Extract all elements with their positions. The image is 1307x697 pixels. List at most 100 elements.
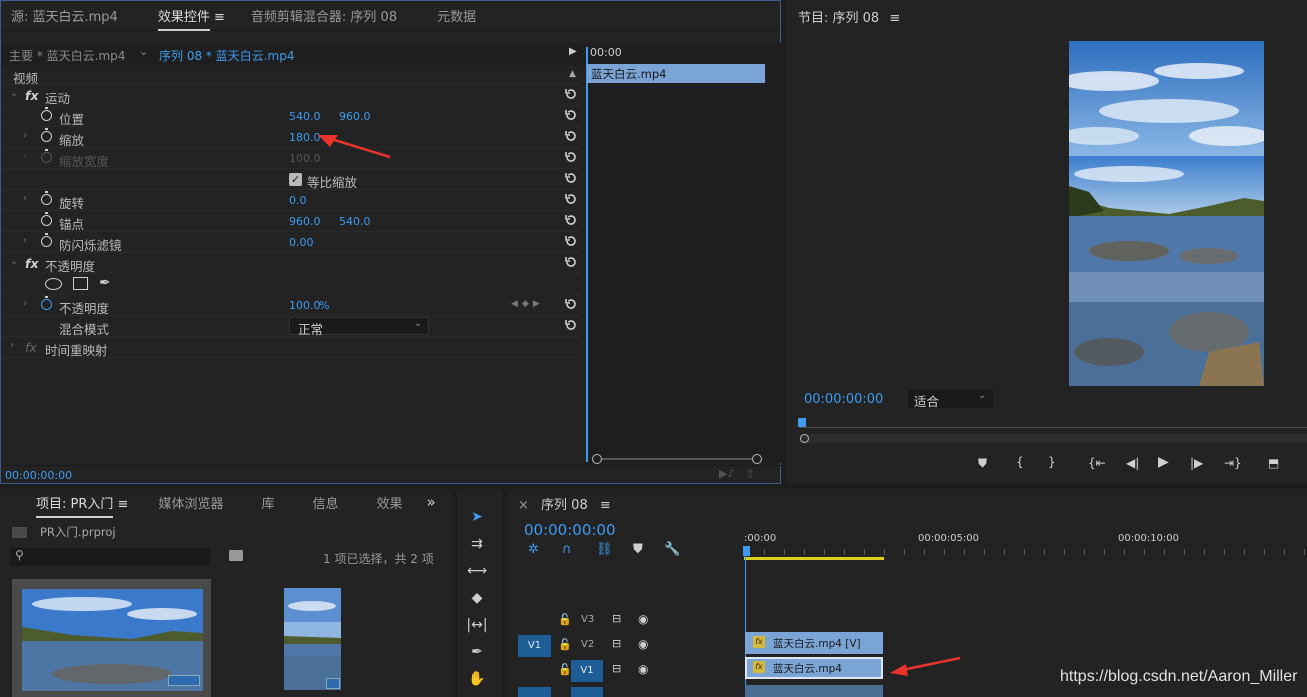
antiflicker-value[interactable]: 0.00 — [289, 236, 314, 249]
razor-tool-icon[interactable]: ◆ — [463, 586, 491, 610]
position-x-value[interactable]: 540.0 — [289, 110, 321, 123]
chevron-right-icon[interactable]: › — [10, 340, 14, 351]
reset-icon[interactable] — [564, 255, 578, 269]
go-to-out-icon[interactable]: ⇥} — [1224, 456, 1242, 470]
time-remap-row[interactable]: › fx 时间重映射 — [1, 337, 581, 358]
stopwatch-icon[interactable] — [41, 233, 52, 247]
close-icon[interactable]: × — [518, 498, 529, 513]
panel-menu-icon[interactable]: ≡ — [600, 498, 611, 513]
blend-mode-select[interactable]: 正常 ⌄ — [289, 317, 429, 337]
rectangle-mask-icon[interactable] — [73, 277, 88, 290]
chevron-right-icon[interactable]: › — [23, 235, 27, 246]
mini-scrollbar[interactable] — [592, 453, 762, 465]
panel-menu-icon[interactable]: ≡ — [214, 10, 225, 25]
add-marker-icon[interactable]: ⛊ — [633, 542, 643, 557]
reset-icon[interactable] — [564, 297, 578, 311]
chevron-right-icon[interactable]: › — [23, 193, 27, 204]
nest-sequence-icon[interactable]: ✲ — [528, 542, 539, 557]
scroll-handle-left[interactable] — [592, 454, 602, 464]
slip-tool-icon[interactable]: |↔| — [463, 613, 491, 637]
program-monitor-title-wrap[interactable]: 节目: 序列 08 ≡ — [798, 7, 900, 26]
program-zoom-bar[interactable] — [800, 434, 1307, 443]
antiflicker-row[interactable]: › 防闪烁滤镜 0.00 — [1, 232, 581, 253]
mark-out-icon[interactable]: } — [1048, 455, 1056, 469]
stopwatch-icon[interactable] — [41, 107, 52, 121]
more-panels-icon[interactable]: » — [417, 493, 446, 511]
chevron-down-icon[interactable]: ⌄ — [10, 88, 18, 99]
chevron-down-icon[interactable]: ⌄ — [139, 45, 148, 58]
uniform-scale-checkbox[interactable]: ✓ — [289, 173, 302, 186]
ripple-edit-tool-icon[interactable]: ⟷ — [463, 559, 491, 583]
stopwatch-icon[interactable] — [41, 191, 52, 205]
anchor-x-value[interactable]: 960.0 — [289, 215, 321, 228]
project-item-thumb-2[interactable] — [284, 588, 341, 690]
opacity-row[interactable]: › 不透明度 100.0 % ◀◆▶ — [1, 295, 581, 316]
stopwatch-icon[interactable] — [41, 128, 52, 142]
scale-row[interactable]: › 缩放 180.0 — [1, 127, 581, 148]
project-search-input[interactable]: ⚲ — [10, 548, 210, 566]
source-patch[interactable]: V1 — [518, 635, 551, 657]
pen-mask-icon[interactable]: ✒ — [99, 275, 111, 291]
position-row[interactable]: 位置 540.0 960.0 — [1, 106, 581, 127]
program-timecode[interactable]: 00:00:00:00 — [804, 392, 883, 407]
track-select-tool-icon[interactable]: ⇉ — [463, 532, 491, 556]
motion-row[interactable]: ⌄ fx 运动 — [1, 85, 581, 106]
track-name-v1[interactable]: V1 — [571, 660, 603, 682]
rotation-row[interactable]: › 旋转 0.0 — [1, 190, 581, 211]
mini-clip-bar[interactable]: 蓝天白云.mp4 — [587, 64, 765, 83]
work-area-bar[interactable] — [744, 557, 884, 560]
eye-icon[interactable]: ◉ — [638, 662, 648, 676]
tab-source[interactable]: 源: 蓝天白云.mp4 — [1, 6, 128, 25]
fit-select[interactable]: 适合 ⌄ — [908, 390, 993, 409]
scroll-handle-right[interactable] — [752, 454, 762, 464]
eye-icon[interactable]: ◉ — [638, 612, 648, 626]
clip-v2[interactable]: fx 蓝天白云.mp4 [V] — [745, 632, 883, 654]
zoom-handle-left[interactable] — [800, 434, 809, 443]
program-playhead[interactable] — [798, 418, 806, 427]
rotation-value[interactable]: 0.0 — [289, 194, 307, 207]
tab-metadata[interactable]: 元数据 — [427, 6, 486, 25]
lock-icon[interactable]: 🔓 — [558, 663, 572, 676]
reset-icon[interactable] — [564, 129, 578, 143]
lock-icon[interactable]: 🔓 — [558, 613, 572, 626]
stopwatch-icon[interactable] — [41, 212, 52, 226]
reset-icon[interactable] — [564, 192, 578, 206]
reset-icon[interactable] — [564, 171, 578, 185]
reset-icon[interactable] — [564, 108, 578, 122]
program-video-frame[interactable] — [1069, 41, 1264, 386]
sync-lock-icon[interactable]: ⊟ — [612, 662, 621, 675]
tab-media-browser[interactable]: 媒体浏览器 — [148, 493, 233, 512]
play-icon[interactable]: ▶ — [1158, 454, 1169, 470]
lift-icon[interactable]: ⬒ — [1268, 456, 1279, 470]
sequence-clip-label[interactable]: 序列 08 * 蓝天白云.mp4 — [159, 47, 294, 64]
reset-icon[interactable] — [564, 87, 578, 101]
new-search-bin-icon[interactable] — [229, 550, 243, 561]
mark-in-icon[interactable]: { — [1016, 455, 1024, 469]
timeline-timecode[interactable]: 00:00:00:00 — [524, 521, 616, 539]
sync-lock-icon[interactable]: ⊟ — [612, 637, 621, 650]
play-audio-icon[interactable]: ▶♪ — [719, 467, 734, 480]
hand-tool-icon[interactable]: ✋ — [463, 667, 491, 691]
step-forward-icon[interactable]: |▶ — [1190, 456, 1203, 470]
program-scrub-bar[interactable] — [800, 427, 1307, 428]
go-to-in-icon[interactable]: {⇤ — [1088, 456, 1106, 470]
pen-tool-icon[interactable]: ✒ — [463, 640, 491, 664]
clip-a1-partial[interactable] — [745, 685, 883, 697]
reset-icon[interactable] — [564, 318, 578, 332]
anchor-y-value[interactable]: 540.0 — [339, 215, 371, 228]
reset-icon[interactable] — [564, 150, 578, 164]
timeline-title[interactable]: 序列 08 — [541, 498, 588, 513]
clip-v1[interactable]: fx 蓝天白云.mp4 — [745, 657, 883, 679]
opacity-section-row[interactable]: ⌄ fx 不透明度 — [1, 253, 581, 274]
panel-menu-icon[interactable]: ≡ — [889, 11, 900, 26]
sync-lock-icon[interactable]: ⊟ — [612, 612, 621, 625]
eye-icon[interactable]: ◉ — [638, 637, 648, 651]
audio-source-patch[interactable] — [518, 687, 551, 697]
position-y-value[interactable]: 960.0 — [339, 110, 371, 123]
fx-icon[interactable]: fx — [25, 88, 39, 103]
stopwatch-icon[interactable] — [41, 296, 52, 310]
snap-icon[interactable]: ∩ — [562, 542, 572, 557]
reset-icon[interactable] — [564, 234, 578, 248]
blend-mode-row[interactable]: 混合模式 正常 ⌄ — [1, 316, 581, 337]
play-only-icon[interactable]: ▶ — [569, 46, 577, 57]
